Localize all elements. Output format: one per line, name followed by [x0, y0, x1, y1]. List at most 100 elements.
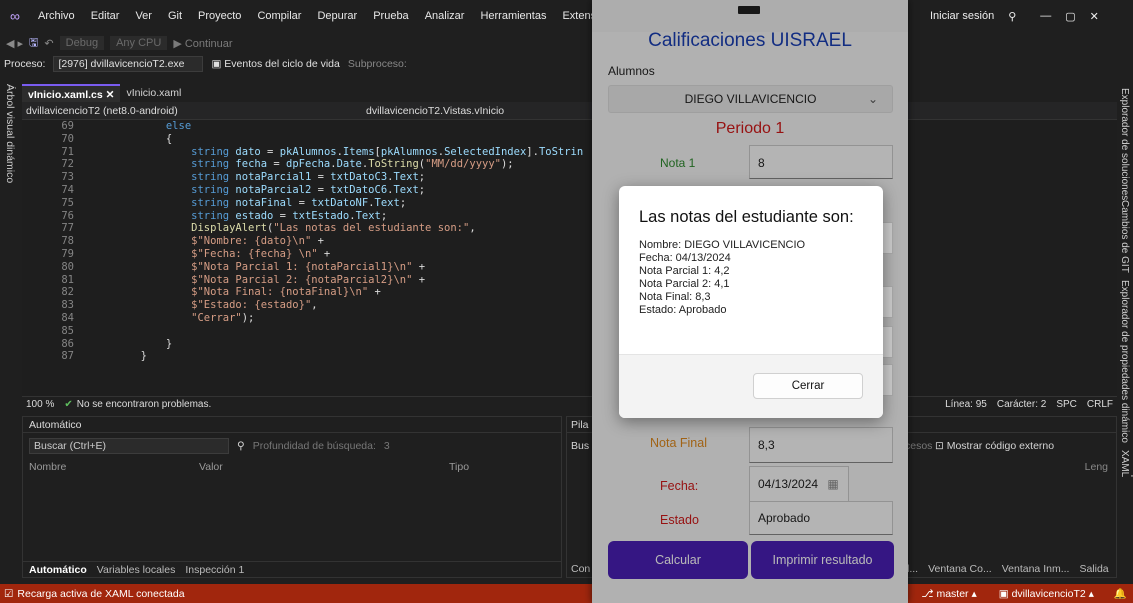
project-label: dvillavicencioT2: [1011, 587, 1086, 600]
show-external-code[interactable]: ⊡ Mostrar código externo: [935, 440, 1054, 452]
branch-indicator[interactable]: ⎇ master ▴: [921, 588, 976, 600]
menu-item-ver[interactable]: Ver: [127, 10, 160, 22]
line-indicator[interactable]: Línea: 95: [945, 399, 987, 410]
notifications-icon[interactable]: 🔔: [1114, 587, 1127, 600]
code-line[interactable]: 87 }: [22, 350, 1117, 363]
processes-label: cesos: [905, 440, 933, 452]
save-icon[interactable]: 🖫: [29, 34, 38, 53]
spc-indicator[interactable]: SPC: [1056, 399, 1077, 410]
line-number: 82: [61, 286, 74, 299]
project-indicator[interactable]: ▣ dvillavicencioT2 ▴: [999, 588, 1094, 600]
depth-label: Profundidad de búsqueda:: [252, 440, 376, 452]
code-text: else: [165, 120, 192, 132]
continue-button[interactable]: ▶ Continuar: [173, 37, 232, 50]
menu-item-editar[interactable]: Editar: [83, 10, 128, 22]
zoom-dropdown[interactable]: 100 %: [22, 399, 54, 410]
git-changes-tab[interactable]: Cambios de GIT: [1119, 200, 1130, 273]
class-dropdown[interactable]: dvillavicencioT2.Vistas.vInicio: [362, 105, 504, 117]
menu-item-proyecto[interactable]: Proyecto: [190, 10, 249, 22]
editor-status-row: 100 % ✔ No se encontraron problemas. Lín…: [22, 396, 1117, 412]
code-line[interactable]: 83 $"Estado: {estado}",: [22, 299, 1117, 312]
platform-dropdown[interactable]: Any CPU: [110, 36, 168, 50]
code-line[interactable]: 82 $"Nota Final: {notaFinal}\n" +: [22, 286, 1117, 299]
autos-bottom-tabs: Automático Variables locales Inspección …: [23, 561, 561, 577]
code-line[interactable]: 81 $"Nota Parcial 2: {notaParcial2}\n" +: [22, 274, 1117, 287]
xaml-preview-tab[interactable]: Vista previa dinámica de XAML: [1119, 450, 1133, 584]
continue-label: Continuar: [184, 37, 233, 50]
code-editor[interactable]: 69 else 70 {71 string dato = pkAlumnos.It…: [22, 120, 1117, 396]
menu-item-depurar[interactable]: Depurar: [309, 10, 365, 22]
code-line[interactable]: 79 $"Fecha: {fecha} \n" +: [22, 248, 1117, 261]
depth-dropdown[interactable]: 3: [384, 440, 390, 452]
code-line[interactable]: 72 string fecha = dpFecha.Date.ToString(…: [22, 158, 1117, 171]
back-icon[interactable]: ◀ ▸: [6, 37, 23, 50]
cerrar-button[interactable]: Cerrar: [753, 373, 863, 399]
tab-ventana-co[interactable]: Ventana Co...: [928, 563, 992, 575]
autos-search-input[interactable]: Buscar (Ctrl+E): [29, 438, 229, 454]
code-line[interactable]: 78 $"Nombre: {dato}\n" +: [22, 235, 1117, 248]
code-line[interactable]: 77 DisplayAlert("Las notas del estudiant…: [22, 222, 1117, 235]
code-line[interactable]: 70 {: [22, 133, 1117, 146]
menu-item-git[interactable]: Git: [160, 10, 190, 22]
crlf-indicator[interactable]: CRLF: [1087, 399, 1117, 410]
tab-variables-locales[interactable]: Variables locales: [97, 562, 176, 577]
menu-item-archivo[interactable]: Archivo: [30, 10, 83, 22]
thread-label: Subproceso:: [347, 58, 407, 70]
problems-text[interactable]: No se encontraron problemas.: [77, 399, 212, 410]
line-number: 81: [61, 273, 74, 286]
code-line[interactable]: 76 string estado = txtEstado.Text;: [22, 210, 1117, 223]
lifecycle-events[interactable]: ▣ Eventos del ciclo de vida: [211, 58, 339, 70]
code-line[interactable]: 86 }: [22, 338, 1117, 351]
process-dropdown[interactable]: [2976] dvillavicencioT2.exe: [53, 56, 204, 72]
tab-salida[interactable]: Salida: [1079, 563, 1108, 575]
close-icon[interactable]: ✕: [106, 89, 115, 101]
menu-item-compilar[interactable]: Compilar: [249, 10, 309, 22]
tab-ventana-inm[interactable]: Ventana Inm...: [1002, 563, 1070, 575]
code-line[interactable]: 75 string notaFinal = txtDatoNF.Text;: [22, 197, 1117, 210]
check-icon: ✔: [64, 399, 73, 410]
maximize-icon[interactable]: ▢: [1065, 10, 1075, 23]
tab-vinicio-xaml[interactable]: vInicio.xaml: [120, 84, 187, 102]
signin-link[interactable]: Iniciar sesión: [930, 10, 994, 22]
person-icon[interactable]: ⚲: [1008, 10, 1016, 23]
tab-ell[interactable]: l...: [907, 563, 918, 575]
hot-reload-text[interactable]: Recarga activa de XAML conectada: [17, 588, 184, 600]
col-nombre[interactable]: Nombre: [29, 459, 199, 475]
undo-icon[interactable]: ↶: [44, 37, 53, 50]
solution-explorer-tab[interactable]: Explorador de soluciones: [1119, 88, 1130, 200]
tab-inspeccion[interactable]: Inspección 1: [185, 562, 244, 577]
live-visual-tree-tab[interactable]: Árbol visual dinámico: [4, 80, 16, 183]
pila-bottom-left[interactable]: Con: [571, 563, 590, 575]
code-text: $"Nota Parcial 2: {notaParcial2}\n" +: [191, 273, 426, 286]
code-line[interactable]: 74 string notaParcial2 = txtDatoC6.Text;: [22, 184, 1117, 197]
col-valor[interactable]: Valor: [199, 459, 449, 475]
line-number: 85: [61, 324, 74, 337]
tab-automatico[interactable]: Automático: [29, 562, 87, 577]
close-icon[interactable]: ✕: [1090, 10, 1099, 23]
project-dropdown[interactable]: dvillavicencioT2 (net8.0-android): [22, 105, 362, 117]
code-line[interactable]: 73 string notaParcial1 = txtDatoC3.Text;: [22, 171, 1117, 184]
menu-item-herramientas[interactable]: Herramientas: [472, 10, 554, 22]
code-text: string fecha = dpFecha.Date.ToString("MM…: [191, 158, 514, 171]
live-properties-tab[interactable]: Explorador de propiedades dinámico: [1119, 280, 1130, 443]
code-text: string estado = txtEstado.Text;: [191, 209, 388, 222]
tab-vinicio-xaml-cs[interactable]: vInicio.xaml.cs ✕: [22, 84, 121, 102]
code-line[interactable]: 84 "Cerrar");: [22, 312, 1117, 325]
config-dropdown[interactable]: Debug: [59, 36, 105, 50]
code-text: $"Nota Final: {notaFinal}\n" +: [191, 286, 381, 299]
code-line[interactable]: 71 string dato = pkAlumnos.Items[pkAlumn…: [22, 146, 1117, 159]
menu-item-analizar[interactable]: Analizar: [417, 10, 473, 22]
pila-search[interactable]: Bus: [571, 440, 589, 452]
col-tipo[interactable]: Tipo: [449, 459, 469, 475]
lang-col[interactable]: Leng: [1085, 461, 1108, 473]
char-indicator[interactable]: Carácter: 2: [997, 399, 1046, 410]
menu-items: Archivo Editar Ver Git Proyecto Compilar Depur…: [30, 10, 630, 22]
minimize-icon[interactable]: —: [1040, 10, 1051, 22]
menu-item-prueba[interactable]: Prueba: [365, 10, 416, 22]
process-label: Proceso:: [4, 58, 46, 70]
code-line[interactable]: 69 else: [22, 120, 1117, 133]
lifecycle-label: Eventos del ciclo de vida: [224, 58, 340, 70]
code-line[interactable]: 85: [22, 325, 1117, 338]
search-icon[interactable]: ⚲: [237, 440, 245, 452]
code-line[interactable]: 80 $"Nota Parcial 1: {notaParcial1}\n" +: [22, 261, 1117, 274]
